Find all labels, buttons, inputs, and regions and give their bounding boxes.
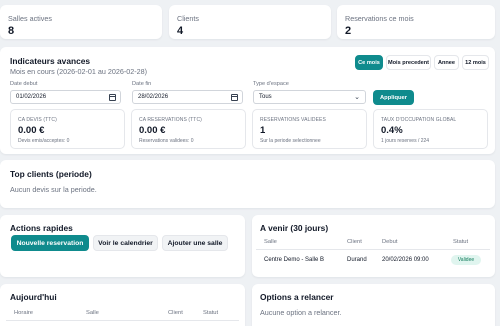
date-start-label: Date debut (10, 81, 38, 87)
date-start-input[interactable]: 01/02/2026 (10, 90, 121, 104)
period-year-button[interactable]: Annee (434, 55, 459, 70)
today-title: Aujourd'hui (10, 292, 57, 302)
row-debut: 20/02/2026 09:00 (382, 257, 429, 263)
kpi-sub: Devis emis/acceptes: 0 (18, 138, 70, 144)
table-divider (256, 249, 490, 250)
stat-value: 2 (345, 25, 352, 37)
top-clients-panel: Top clients (periode) Aucun devis sur la… (0, 160, 495, 208)
date-start-value: 01/02/2026 (16, 94, 47, 100)
period-previous-month-button[interactable]: Mois precedent (386, 55, 431, 70)
space-type-value: Tous (259, 94, 272, 100)
indicators-title: Indicateurs avances (10, 56, 91, 66)
row-client: Durand (347, 257, 367, 263)
row-salle: Centre Demo - Salle B (264, 257, 325, 263)
kpi-ca-reservations: CA RESERVATIONS (TTC) 0.00 € Reservation… (131, 109, 246, 149)
column-header: Horaire (14, 310, 34, 316)
add-room-button[interactable]: Ajouter une salle (162, 235, 228, 251)
top-clients-empty: Aucun devis sur la periode. (10, 185, 97, 194)
kpi-label: CA RESERVATIONS (TTC) (139, 117, 202, 123)
stat-card-clients: Clients 4 (169, 5, 331, 39)
table-divider (6, 320, 239, 321)
new-reservation-button[interactable]: Nouvelle reservation (11, 235, 89, 251)
date-end-label: Date fin (132, 81, 152, 87)
column-header: Debut (382, 239, 398, 245)
column-header: Salle (264, 239, 277, 245)
stat-card-reservations: Reservations ce mois 2 (337, 5, 495, 39)
space-type-select[interactable]: Tous ⌄ (253, 90, 366, 104)
column-header: Client (347, 239, 362, 245)
date-end-value: 28/02/2026 (138, 94, 169, 100)
calendar-icon[interactable] (231, 94, 238, 101)
calendar-icon[interactable] (109, 94, 116, 101)
kpi-taux-occupation: TAUX D'OCCUPATION GLOBAL 0.4% 1 jours re… (373, 109, 488, 149)
space-type-label: Type d'espace (253, 81, 289, 87)
column-header: Statut (453, 239, 469, 245)
kpi-value: 0.00 € (18, 125, 45, 136)
upcoming-title: A venir (30 jours) (260, 223, 329, 233)
stat-label: Clients (177, 14, 199, 23)
top-clients-title: Top clients (periode) (10, 169, 92, 179)
kpi-sub: 1 jours reserves / 224 (381, 138, 430, 144)
status-badge: Validee (451, 255, 481, 265)
upcoming-panel: A venir (30 jours) (252, 215, 495, 277)
stat-value: 4 (177, 25, 184, 37)
follow-up-empty: Aucune option a relancer. (260, 308, 342, 317)
kpi-label: RESERVATIONS VALIDEES (260, 117, 326, 123)
follow-up-panel: Options a relancer Aucune option a relan… (252, 284, 495, 326)
kpi-sub: Reservations validees: 0 (139, 138, 194, 144)
date-end-input[interactable]: 28/02/2026 (132, 90, 243, 104)
stat-value: 8 (8, 25, 15, 37)
kpi-sub: Sur la periode selectionnee (260, 138, 321, 144)
kpi-value: 1 (260, 125, 266, 136)
kpi-label: CA DEVIS (TTC) (18, 117, 57, 123)
period-this-month-button[interactable]: Ce mois (355, 55, 383, 70)
quick-actions-title: Actions rapides (10, 223, 73, 233)
stat-label: Reservations ce mois (345, 14, 414, 23)
chevron-down-icon: ⌄ (354, 94, 360, 101)
stat-label: Salles actives (8, 14, 52, 23)
indicators-period: Mois en cours (2026-02-01 au 2026-02-28) (10, 67, 148, 76)
column-header: Statut (203, 310, 219, 316)
kpi-reservations-validees: RESERVATIONS VALIDEES 1 Sur la periode s… (252, 109, 367, 149)
apply-button[interactable]: Appliquer (373, 90, 414, 105)
column-header: Salle (86, 310, 99, 316)
kpi-value: 0.00 € (139, 125, 166, 136)
view-calendar-button[interactable]: Voir le calendrier (93, 235, 158, 251)
follow-up-title: Options a relancer (260, 292, 334, 302)
period-12-months-button[interactable]: 12 mois (462, 55, 489, 70)
kpi-ca-devis: CA DEVIS (TTC) 0.00 € Devis emis/accepte… (10, 109, 125, 149)
kpi-value: 0.4% (381, 125, 403, 136)
stat-card-salles: Salles actives 8 (0, 5, 162, 39)
column-header: Client (168, 310, 183, 316)
kpi-label: TAUX D'OCCUPATION GLOBAL (381, 117, 457, 123)
